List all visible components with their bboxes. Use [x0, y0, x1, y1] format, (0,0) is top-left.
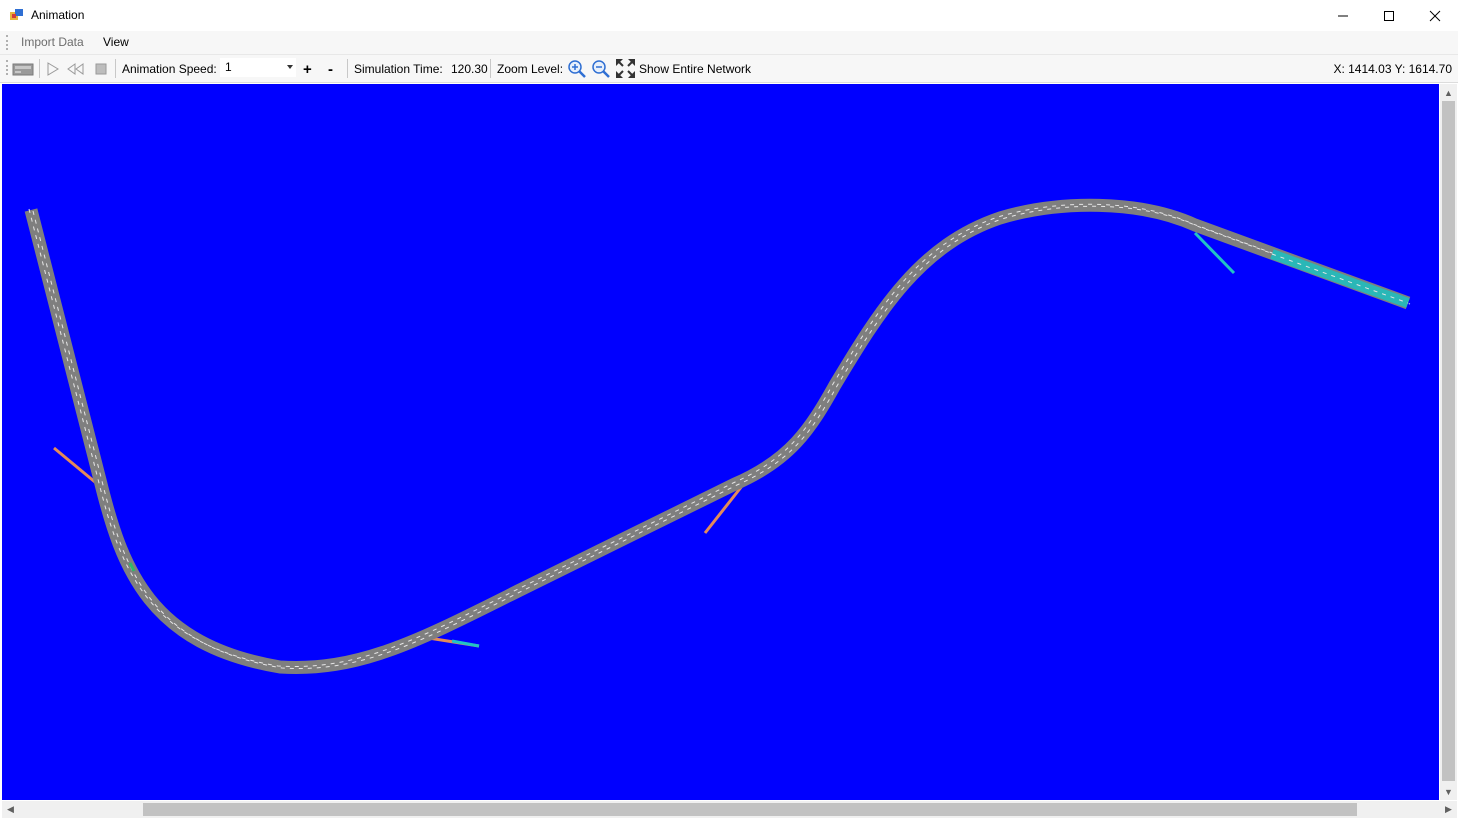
toolbar-separator — [347, 59, 348, 78]
cursor-coordinates: X: 1414.03 Y: 1614.70 — [1333, 61, 1452, 76]
menu-view[interactable]: View — [103, 35, 129, 49]
menu-grip — [6, 35, 10, 50]
zoom-out-icon — [592, 59, 610, 78]
scroll-left-arrow-icon[interactable]: ◀ — [2, 801, 19, 818]
lane-marking — [28, 203, 1407, 668]
stop-icon — [95, 63, 107, 74]
animation-speed-value: 1 — [225, 60, 232, 74]
animation-speed-select[interactable]: 1 — [220, 58, 296, 77]
play-button[interactable] — [46, 55, 60, 82]
zoom-in-icon — [568, 59, 586, 78]
simulation-time-label: Simulation Time: — [354, 61, 443, 76]
toolbar: Animation Speed: 1 + - Simulation Time: … — [0, 55, 1458, 83]
toolbar-separator — [115, 59, 116, 78]
toolbar-grip — [6, 60, 10, 75]
vertical-scrollbar[interactable]: ▲ ▼ — [1440, 84, 1457, 800]
horizontal-scroll-thumb[interactable] — [143, 803, 1357, 816]
menu-import-data[interactable]: Import Data — [21, 35, 84, 49]
maximize-icon — [1384, 10, 1394, 21]
vertical-scroll-thumb[interactable] — [1442, 101, 1455, 781]
dropdown-arrow-icon — [287, 65, 293, 69]
maximize-button[interactable] — [1366, 0, 1412, 31]
show-entire-network-button[interactable]: Show Entire Network — [615, 55, 751, 82]
speed-decrease-button[interactable]: - — [328, 56, 333, 83]
scroll-right-arrow-icon[interactable]: ▶ — [1440, 801, 1457, 818]
network-canvas[interactable] — [2, 84, 1439, 800]
zoom-out-button[interactable] — [591, 55, 611, 82]
simulation-time-value: 120.30 — [451, 61, 488, 76]
animation-speed-label: Animation Speed: — [122, 61, 217, 76]
scroll-down-arrow-icon[interactable]: ▼ — [1440, 783, 1457, 800]
load-button[interactable] — [12, 55, 34, 82]
toolbar-separator — [490, 59, 491, 78]
fit-to-screen-icon — [616, 59, 635, 78]
speed-increase-button[interactable]: + — [303, 56, 312, 83]
rewind-icon — [67, 62, 84, 75]
close-button[interactable] — [1412, 0, 1458, 31]
network-load-icon — [12, 63, 34, 75]
horizontal-scrollbar[interactable]: ◀ ▶ — [2, 801, 1457, 818]
lane-marking — [32, 205, 1411, 670]
stop-button[interactable] — [94, 55, 108, 82]
scroll-up-arrow-icon[interactable]: ▲ — [1440, 84, 1457, 101]
rewind-button[interactable] — [67, 55, 85, 82]
show-entire-network-label: Show Entire Network — [639, 61, 752, 76]
toolbar-separator — [39, 59, 40, 78]
close-icon — [1429, 10, 1441, 21]
menu-bar: Import Data View — [0, 31, 1458, 55]
zoom-in-button[interactable] — [567, 55, 587, 82]
app-icon — [10, 9, 23, 20]
title-bar: Animation — [0, 0, 1458, 31]
freeway-mainline — [24, 198, 1411, 675]
zoom-level-label: Zoom Level: — [497, 61, 564, 76]
network-drawing — [24, 198, 1411, 675]
minimize-icon — [1338, 15, 1348, 16]
play-icon — [47, 61, 59, 76]
minimize-button[interactable] — [1320, 0, 1366, 31]
window-title: Animation — [31, 8, 85, 22]
